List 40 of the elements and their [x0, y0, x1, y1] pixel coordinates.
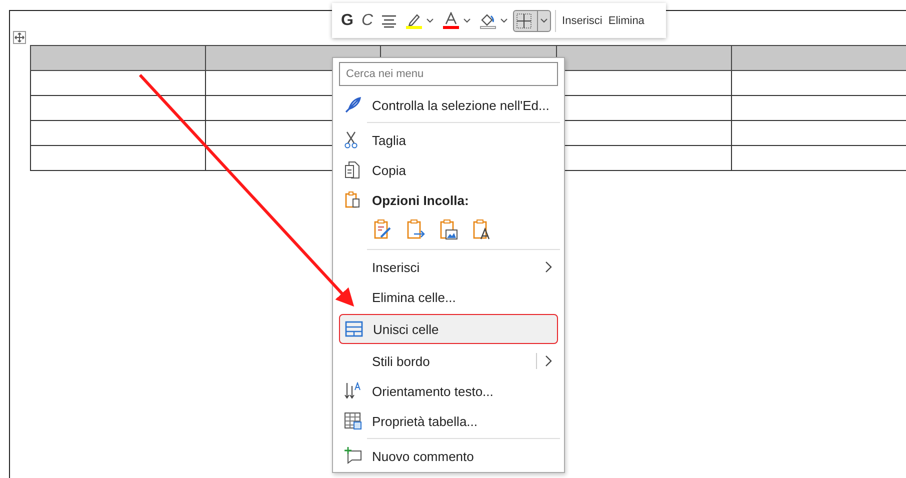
borders-grid-icon: [516, 12, 532, 28]
highlighter-icon: [405, 12, 424, 30]
dropdown-caret-icon: [500, 18, 508, 24]
menu-item[interactable]: Copia: [336, 155, 561, 185]
menu-heading: Opzioni Incolla:: [372, 192, 469, 208]
menu-item[interactable]: Controlla la selezione nell'Ed...: [336, 90, 561, 120]
paste-picture-icon[interactable]: [439, 219, 459, 241]
menu-item[interactable]: Nuovo commento: [336, 441, 561, 471]
borders-button[interactable]: [513, 10, 552, 32]
paste-keep-formatting-icon[interactable]: [373, 219, 393, 241]
scissors-icon: [344, 131, 358, 149]
menu-item[interactable]: Orientamento testo...: [336, 376, 561, 406]
table-properties-icon: [344, 412, 362, 430]
menu-item[interactable]: Inserisci: [336, 252, 561, 282]
toolbar-button[interactable]: Elimina: [606, 12, 646, 28]
chevron-right-icon: [545, 261, 553, 273]
toolbar-button[interactable]: Inserisci: [560, 12, 604, 28]
menu-item[interactable]: Proprietà tabella...: [336, 406, 561, 436]
search-field[interactable]: Cerca nei menu: [339, 62, 558, 86]
dropdown-caret-icon: [426, 18, 434, 24]
italic-button[interactable]: C: [358, 10, 376, 32]
quill-icon: [344, 96, 362, 114]
move-handle-icon[interactable]: [13, 31, 26, 44]
bold-button[interactable]: G: [338, 10, 356, 32]
new-comment-icon: [344, 447, 362, 465]
font-color-icon: [442, 12, 460, 30]
paste-text-only-icon[interactable]: [472, 219, 492, 241]
menu-item[interactable]: Taglia: [336, 125, 561, 155]
copy-icon: [344, 161, 362, 179]
menu-item[interactable]: Stili bordo: [336, 346, 561, 376]
paint-bucket-icon: [479, 12, 498, 30]
paste-merge-icon[interactable]: [406, 219, 426, 241]
menu-item[interactable]: Elimina celle...: [336, 282, 561, 312]
chevron-right-icon: [545, 355, 553, 367]
dropdown-caret-icon: [540, 18, 548, 24]
text-direction-icon: [344, 382, 362, 400]
menu-item[interactable]: Unisci celle: [339, 314, 558, 344]
table-icon: [345, 321, 363, 337]
dropdown-caret-icon: [463, 18, 472, 24]
clipboard-icon: [344, 191, 362, 209]
